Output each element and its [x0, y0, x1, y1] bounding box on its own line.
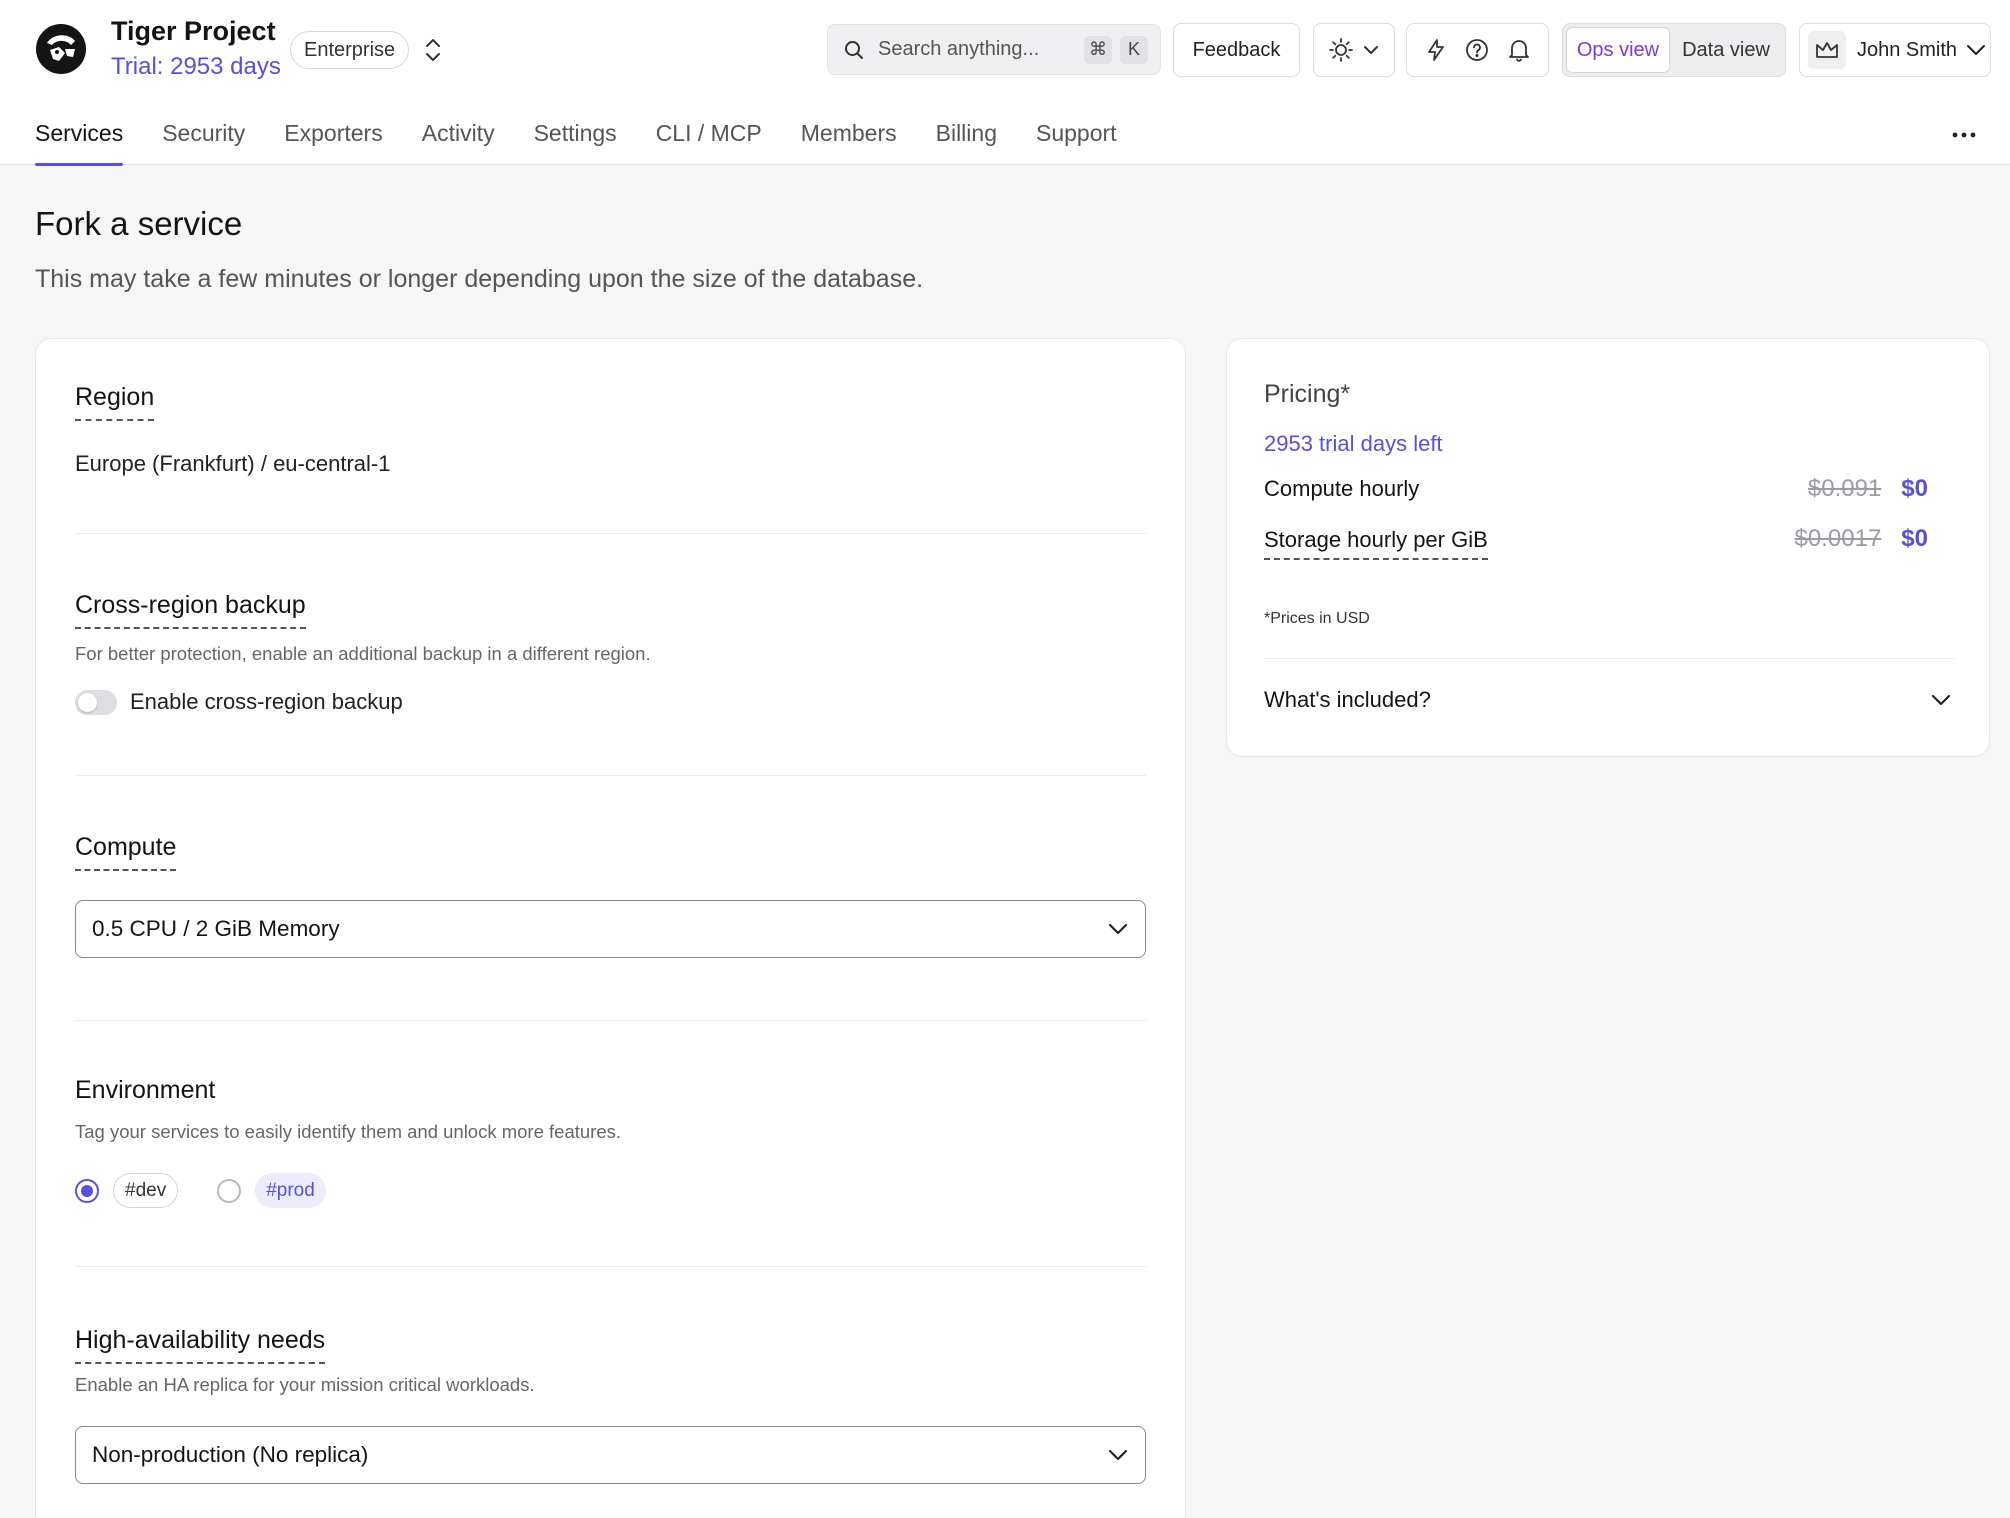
search-input[interactable]: Search anything... ⌘ K [827, 24, 1161, 75]
env-radio-dev[interactable] [75, 1178, 99, 1203]
bell-icon[interactable] [1506, 37, 1532, 63]
chevron-down-icon [1928, 687, 1954, 713]
cross-region-backup-section: Cross-region backup For better protectio… [75, 589, 1146, 715]
chevron-down-icon [1106, 1443, 1130, 1467]
cross-region-backup-description: For better protection, enable an additio… [75, 643, 651, 664]
main-nav: Services Security Exporters Activity Set… [35, 120, 1156, 166]
divider [1264, 658, 1954, 659]
new-price: $0 [1901, 524, 1928, 552]
environment-title: Environment [75, 1076, 216, 1104]
tab-services[interactable]: Services [35, 120, 124, 166]
environment-section: Environment Tag your services to easily … [75, 1074, 1146, 1208]
feedback-button[interactable]: Feedback [1173, 23, 1300, 77]
divider [75, 1020, 1146, 1021]
user-menu-button[interactable]: John Smith [1799, 23, 1991, 77]
pricing-note: *Prices in USD [1264, 610, 1370, 627]
tab-settings[interactable]: Settings [534, 120, 617, 165]
env-radio-prod[interactable] [217, 1178, 242, 1203]
tab-members[interactable]: Members [801, 120, 897, 165]
divider [75, 1266, 1146, 1267]
divider [75, 533, 1146, 534]
top-header: Tiger Project Trial: 2953 days Enterpris… [0, 0, 2010, 166]
environment-description: Tag your services to easily identify the… [75, 1121, 622, 1142]
pricing-title: Pricing* [1264, 380, 1351, 408]
trial-remaining[interactable]: Trial: 2953 days [111, 53, 281, 81]
region-title[interactable]: Region [75, 381, 155, 421]
shortcut-key-cmd: ⌘ [1084, 35, 1112, 64]
view-switcher: Ops view Data view [1562, 23, 1786, 77]
whats-included-label: What's included? [1264, 687, 1431, 712]
pricing-label: Compute hourly [1264, 476, 1420, 501]
project-name[interactable]: Tiger Project [111, 16, 276, 47]
chevron-down-icon [1965, 39, 1987, 61]
env-tag-dev[interactable]: #dev [113, 1173, 179, 1208]
theme-toggle-button[interactable] [1313, 23, 1395, 77]
cross-region-backup-toggle[interactable] [75, 689, 117, 715]
tiger-logo-icon[interactable] [35, 23, 87, 75]
env-tag-prod[interactable]: #prod [255, 1173, 326, 1208]
project-switcher-icon[interactable] [422, 36, 444, 64]
pricing-label[interactable]: Storage hourly per GiB [1264, 527, 1488, 560]
compute-section: Compute 0.5 CPU / 2 GiB Memory [75, 831, 1146, 958]
high-availability-select[interactable]: Non-production (No replica) [75, 1426, 1146, 1484]
compute-title[interactable]: Compute [75, 831, 177, 871]
search-icon [842, 38, 866, 62]
ops-view-tab[interactable]: Ops view [1566, 27, 1670, 73]
region-section: Region Europe (Frankfurt) / eu-central-1 [75, 381, 1146, 477]
crown-icon [1808, 31, 1846, 69]
search-placeholder: Search anything... [878, 38, 1040, 60]
data-view-tab[interactable]: Data view [1670, 27, 1782, 73]
tab-security[interactable]: Security [162, 120, 245, 165]
sun-icon [1328, 37, 1354, 63]
lightning-icon[interactable] [1423, 37, 1449, 63]
fork-service-form: Region Europe (Frankfurt) / eu-central-1… [35, 338, 1186, 1518]
compute-select[interactable]: 0.5 CPU / 2 GiB Memory [75, 900, 1146, 958]
old-price: $0.091 [1807, 475, 1882, 502]
more-options-icon[interactable] [1950, 124, 1978, 146]
pricing-row-storage: Storage hourly per GiB $0.0017 $0 [1264, 524, 1928, 560]
chevron-down-icon [1362, 41, 1380, 59]
high-availability-description: Enable an HA replica for your mission cr… [75, 1374, 535, 1395]
compute-selected-value: 0.5 CPU / 2 GiB Memory [92, 916, 340, 941]
chevron-down-icon [1106, 917, 1130, 941]
pricing-trial-left: 2953 trial days left [1264, 431, 1443, 456]
tab-activity[interactable]: Activity [422, 120, 495, 165]
region-value: Europe (Frankfurt) / eu-central-1 [75, 451, 391, 476]
high-availability-section: High-availability needs Enable an HA rep… [75, 1324, 1146, 1484]
tab-support[interactable]: Support [1036, 120, 1117, 165]
high-availability-selected-value: Non-production (No replica) [92, 1442, 369, 1467]
old-price: $0.0017 [1794, 524, 1882, 552]
page-title: Fork a service [35, 205, 243, 242]
cross-region-backup-title[interactable]: Cross-region backup [75, 589, 306, 629]
page-subtitle: This may take a few minutes or longer de… [35, 265, 924, 293]
user-name: John Smith [1857, 38, 1958, 61]
tab-cli-mcp[interactable]: CLI / MCP [656, 120, 762, 165]
pricing-row-compute: Compute hourly $0.091 $0 [1264, 475, 1928, 503]
high-availability-title[interactable]: High-availability needs [75, 1324, 326, 1364]
pricing-card: Pricing* 2953 trial days left Compute ho… [1226, 338, 1990, 757]
plan-badge: Enterprise [290, 31, 410, 69]
help-icon[interactable] [1464, 37, 1490, 63]
whats-included-toggle[interactable]: What's included? [1264, 687, 1954, 713]
tab-exporters[interactable]: Exporters [284, 120, 382, 165]
quick-actions-group [1406, 23, 1549, 77]
tab-billing[interactable]: Billing [936, 120, 997, 165]
divider [75, 775, 1146, 776]
new-price: $0 [1901, 475, 1928, 502]
shortcut-key-k: K [1120, 35, 1148, 64]
cross-region-backup-toggle-label[interactable]: Enable cross-region backup [130, 689, 403, 715]
